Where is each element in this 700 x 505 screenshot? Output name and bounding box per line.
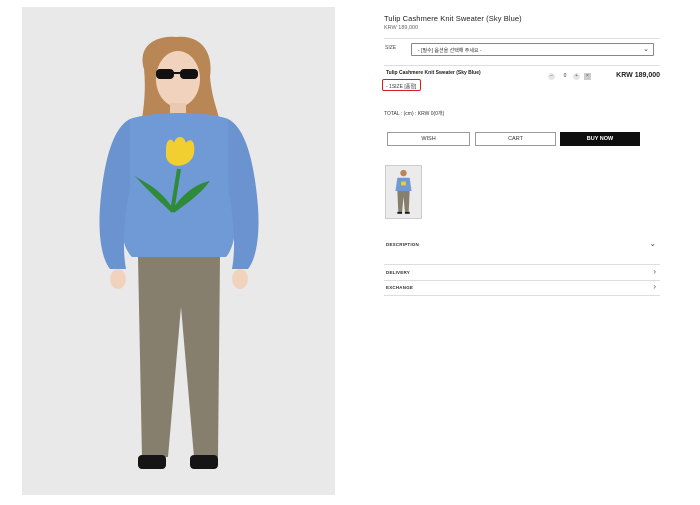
wish-button[interactable]: WISH (387, 132, 470, 146)
divider (384, 295, 660, 296)
thumbnail-figure (386, 166, 421, 218)
size-label: SIZE (385, 45, 397, 51)
size-select[interactable]: - [필수] 옵션을 선택해 주세요 - ⌄ (411, 43, 654, 56)
chevron-right-icon: › (653, 282, 656, 291)
plus-icon[interactable]: + (573, 73, 580, 80)
divider (384, 38, 660, 39)
product-thumbnail[interactable] (385, 165, 422, 219)
selected-item-price: KRW 189,000 (616, 72, 660, 79)
chevron-right-icon: › (653, 267, 656, 276)
chevron-down-icon: ⌄ (649, 239, 656, 248)
selected-item-name: Tulip Cashmere Knit Sweater (Sky Blue) (386, 70, 481, 76)
product-info-panel: Tulip Cashmere Knit Sweater (Sky Blue) K… (382, 14, 660, 296)
quantity-stepper: – 0 + × (548, 72, 591, 81)
product-price: KRW 189,000 (384, 25, 419, 31)
minus-icon[interactable]: – (548, 73, 555, 80)
selected-item: Tulip Cashmere Knit Sweater (Sky Blue) -… (382, 70, 660, 110)
delete-icon[interactable]: × (584, 73, 591, 80)
total-price: TOTAL : (cm) : KRW 0(0개) (384, 111, 445, 117)
buy-now-button[interactable]: BUY NOW (560, 132, 640, 146)
exchange-label: EXCHANGE (386, 285, 414, 290)
quantity-value[interactable]: 0 (561, 73, 569, 79)
divider (384, 264, 660, 265)
cart-button[interactable]: CART (475, 132, 556, 146)
description-label: DESCRIPTION (386, 242, 419, 247)
selected-option-text: - 1SIZE [품절] (386, 83, 417, 90)
size-row: SIZE - [필수] 옵션을 선택해 주세요 - ⌄ (384, 43, 660, 58)
product-main-image (22, 7, 335, 495)
selected-option-highlight: - 1SIZE [품절] (382, 79, 421, 91)
chevron-down-icon: ⌄ (643, 46, 649, 53)
delivery-label: DELIVERY (386, 270, 410, 275)
divider (384, 65, 660, 66)
product-title: Tulip Cashmere Knit Sweater (Sky Blue) (384, 14, 522, 23)
description-section[interactable]: DESCRIPTION ⌄ (384, 239, 660, 254)
model-figure (22, 7, 335, 495)
size-select-value: - [필수] 옵션을 선택해 주세요 - (418, 48, 482, 54)
divider (384, 280, 660, 281)
